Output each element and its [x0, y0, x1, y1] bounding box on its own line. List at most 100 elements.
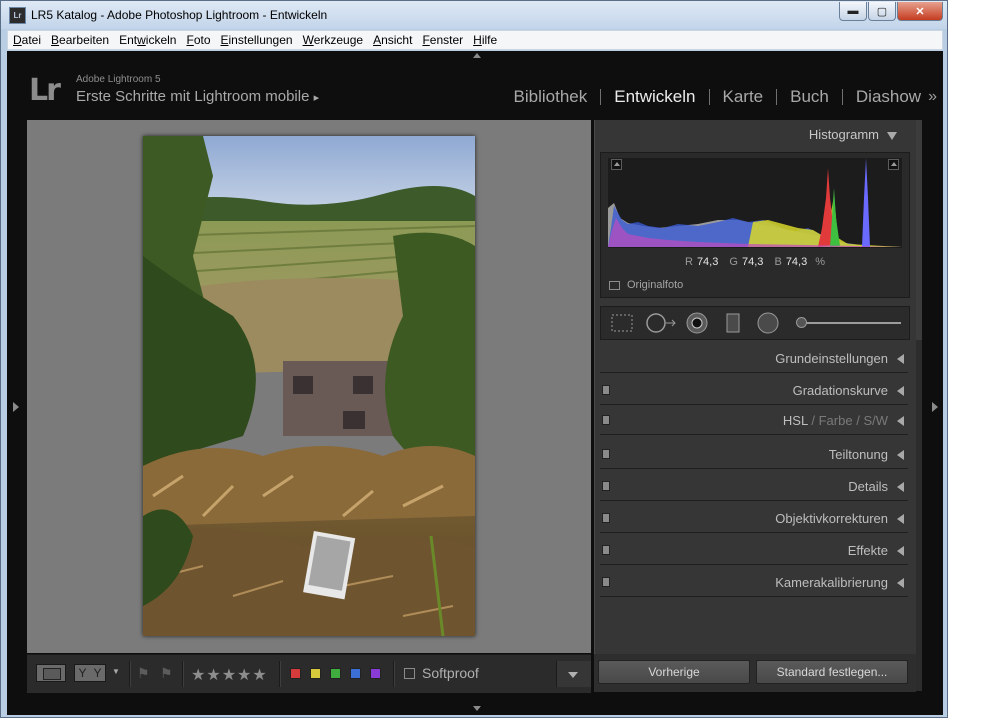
previous-button[interactable]: Vorherige: [598, 660, 750, 684]
app-window: Lr LR5 Katalog - Adobe Photoshop Lightro…: [0, 0, 948, 718]
color-label-red[interactable]: [290, 668, 301, 679]
color-label-yellow[interactable]: [310, 668, 321, 679]
radial-filter-icon[interactable]: [756, 312, 782, 334]
expand-icon: [897, 546, 904, 556]
top-panel-toggle-icon[interactable]: [473, 53, 481, 58]
before-after-button[interactable]: YY: [74, 664, 106, 682]
menu-fenster[interactable]: Fenster: [417, 33, 468, 47]
color-label-blue[interactable]: [350, 668, 361, 679]
color-label-purple[interactable]: [370, 668, 381, 679]
menu-einstellungen[interactable]: Einstellungen: [216, 33, 298, 47]
filmstrip-toggle-icon[interactable]: [473, 706, 481, 711]
panel-label: Objektivkorrekturen: [775, 511, 888, 526]
toolbar-divider: [182, 661, 184, 687]
photo-preview[interactable]: [143, 136, 475, 636]
before-after-dropdown-icon[interactable]: ▼: [112, 667, 120, 676]
expand-icon: [897, 578, 904, 588]
right-panel-toggle-icon[interactable]: [932, 402, 938, 412]
highlight-clipping-icon[interactable]: [888, 159, 899, 170]
identity-plate: Lr Adobe Lightroom 5 Erste Schritte mit …: [7, 61, 943, 119]
hsl-tab[interactable]: HSL: [783, 413, 808, 428]
sw-tab[interactable]: S/W: [863, 413, 888, 428]
original-photo-checkbox[interactable]: [609, 281, 620, 290]
histogram-header[interactable]: Histogramm: [595, 120, 911, 148]
star-rating[interactable]: ★★★★★: [191, 665, 268, 685]
menu-werkzeuge[interactable]: Werkzeuge: [298, 33, 368, 47]
image-canvas[interactable]: [27, 120, 591, 653]
catalog-name[interactable]: Erste Schritte mit Lightroom mobile ▸: [76, 88, 319, 105]
adjustment-brush-icon[interactable]: [796, 317, 807, 328]
farbe-tab[interactable]: Farbe: [819, 413, 853, 428]
menu-bearbeiten[interactable]: Bearbeiten: [46, 33, 114, 47]
panel-scrollbar-thumb[interactable]: [916, 120, 922, 340]
module-bibliothek[interactable]: Bibliothek: [501, 87, 601, 107]
panel-switch-icon[interactable]: [602, 481, 610, 491]
left-panel-toggle-icon[interactable]: [13, 402, 19, 412]
r-label: R: [684, 256, 693, 268]
menu-foto[interactable]: Foto: [181, 33, 215, 47]
reject-flag-icon[interactable]: ⚑: [160, 665, 174, 681]
panel-switch-icon[interactable]: [602, 385, 610, 395]
window-title: LR5 Katalog - Adobe Photoshop Lightroom …: [31, 8, 328, 22]
maximize-button[interactable]: ▢: [868, 2, 896, 21]
panel-gradationskurve[interactable]: Gradationskurve: [600, 376, 908, 405]
toolbar-divider: [279, 661, 281, 687]
menu-ansicht[interactable]: Ansicht: [368, 33, 417, 47]
histogram-panel: R 74,3 G 74,3 B 74,3% Originalfoto: [600, 152, 910, 298]
spot-removal-icon[interactable]: [645, 312, 679, 334]
vineyard-photo: [143, 136, 475, 636]
adjustment-brush-slider[interactable]: [801, 322, 901, 324]
menu-entwickeln[interactable]: Entwickeln: [114, 33, 181, 47]
softproof-checkbox[interactable]: [404, 668, 415, 679]
set-default-button[interactable]: Standard festlegen...: [756, 660, 908, 684]
panel-switch-icon[interactable]: [602, 415, 610, 425]
title-bar[interactable]: Lr LR5 Katalog - Adobe Photoshop Lightro…: [1, 1, 947, 29]
panel-label: Effekte: [847, 543, 888, 558]
module-karte[interactable]: Karte: [710, 87, 777, 107]
lightroom-logo: Lr: [29, 73, 61, 108]
module-picker: Bibliothek Entwickeln Karte Buch Diashow…: [501, 87, 937, 107]
panel-switch-icon[interactable]: [602, 545, 610, 555]
original-photo-label: Originalfoto: [627, 279, 684, 291]
lightroom-app-icon: Lr: [9, 7, 26, 24]
expand-icon: [897, 514, 904, 524]
menu-hilfe[interactable]: Hilfe: [468, 33, 502, 47]
panel-switch-icon[interactable]: [602, 513, 610, 523]
panel-switch-icon[interactable]: [602, 577, 610, 587]
histogram-graph[interactable]: [608, 158, 902, 248]
toolbar-content-menu-icon[interactable]: [556, 661, 591, 687]
color-label-green[interactable]: [330, 668, 341, 679]
red-eye-correction-icon[interactable]: [685, 312, 711, 334]
expand-icon: [897, 450, 904, 460]
develop-right-panel: Histogramm R 74,3 G 74,3 B 74,3 % Origin…: [594, 120, 917, 691]
panel-label: Details: [848, 479, 888, 494]
minimize-button[interactable]: ▬: [839, 2, 867, 21]
loupe-view-button[interactable]: [36, 664, 66, 682]
panel-label: Gradationskurve: [792, 383, 888, 398]
panel-teiltonung[interactable]: Teiltonung: [600, 440, 908, 469]
expand-icon: [897, 354, 904, 364]
panel-effekte[interactable]: Effekte: [600, 536, 908, 565]
toolbar-divider: [129, 661, 131, 687]
module-entwickeln[interactable]: Entwickeln: [601, 87, 708, 107]
close-button[interactable]: ✕: [897, 2, 943, 21]
crop-overlay-icon[interactable]: [609, 312, 635, 334]
module-buch[interactable]: Buch: [777, 87, 842, 107]
tool-strip: [600, 306, 910, 340]
catalog-menu-icon: ▸: [313, 92, 320, 104]
shadow-clipping-icon[interactable]: [611, 159, 622, 170]
panel-grundeinstellungen[interactable]: Grundeinstellungen: [600, 344, 908, 373]
panel-kamerakalibrierung[interactable]: Kamerakalibrierung: [600, 568, 908, 597]
panel-label: Grundeinstellungen: [775, 351, 888, 366]
panel-label: Teiltonung: [828, 447, 888, 462]
panel-hsl[interactable]: HSL / Farbe / S/W: [600, 406, 908, 435]
flag-icon[interactable]: ⚑: [137, 665, 151, 681]
graduated-filter-icon[interactable]: [721, 312, 747, 334]
percent-unit: %: [815, 256, 826, 268]
panel-switch-icon[interactable]: [602, 449, 610, 459]
module-diashow[interactable]: Diashow: [843, 87, 934, 107]
menu-datei[interactable]: Datei: [8, 33, 46, 47]
more-modules-icon[interactable]: »: [928, 88, 937, 106]
panel-details[interactable]: Details: [600, 472, 908, 501]
panel-objektivkorrekturen[interactable]: Objektivkorrekturen: [600, 504, 908, 533]
